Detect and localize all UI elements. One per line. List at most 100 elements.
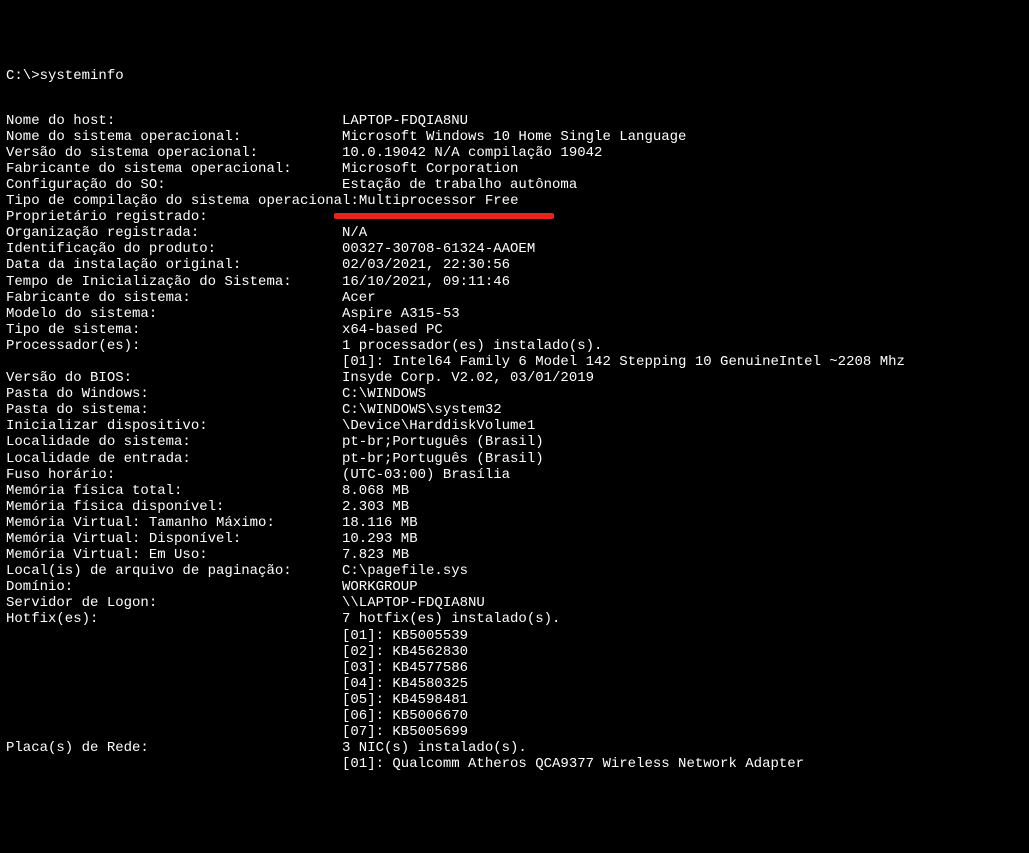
- output-value: 2.303 MB: [342, 499, 409, 515]
- output-label: Memória física disponível:: [6, 499, 342, 515]
- output-row: Tipo de compilação do sistema operaciona…: [6, 193, 1023, 209]
- output-label: Inicializar dispositivo:: [6, 418, 342, 434]
- output-row: Placa(s) de Rede:3 NIC(s) instalado(s).: [6, 740, 1023, 756]
- output-label: Local(is) de arquivo de paginação:: [6, 563, 342, 579]
- output-row: Localidade do sistema:pt-br;Português (B…: [6, 434, 1023, 450]
- output-label: Localidade de entrada:: [6, 451, 342, 467]
- output-label: Nome do sistema operacional:: [6, 129, 342, 145]
- output-value: x64-based PC: [342, 322, 443, 338]
- output-value: C:\pagefile.sys: [342, 563, 468, 579]
- output-value: pt-br;Português (Brasil): [342, 451, 544, 467]
- output-value: Acer: [342, 290, 376, 306]
- redaction-mark: [334, 213, 554, 219]
- output-value: pt-br;Português (Brasil): [342, 434, 544, 450]
- output-row: Memória física total:8.068 MB: [6, 483, 1023, 499]
- output-label: Hotfix(es):: [6, 611, 342, 627]
- output-label: Identificação do produto:: [6, 241, 342, 257]
- output-value: Aspire A315-53: [342, 306, 460, 322]
- output-label: Memória Virtual: Disponível:: [6, 531, 342, 547]
- output-label: Versão do sistema operacional:: [6, 145, 342, 161]
- output-row: [01]: Qualcomm Atheros QCA9377 Wireless …: [6, 756, 1023, 772]
- output-row: Organização registrada:N/A: [6, 225, 1023, 241]
- output-value: [05]: KB4598481: [342, 692, 468, 708]
- output-label: Data da instalação original:: [6, 257, 342, 273]
- output-value: 1 processador(es) instalado(s).: [342, 338, 602, 354]
- output-value: [02]: KB4562830: [342, 644, 468, 660]
- output-row: [04]: KB4580325: [6, 676, 1023, 692]
- output-row: Pasta do sistema:C:\WINDOWS\system32: [6, 402, 1023, 418]
- output-value: N/A: [342, 225, 367, 241]
- output-row: Modelo do sistema:Aspire A315-53: [6, 306, 1023, 322]
- output-label: Configuração do SO:: [6, 177, 342, 193]
- output-value: [03]: KB4577586: [342, 660, 468, 676]
- output-value: 3 NIC(s) instalado(s).: [342, 740, 527, 756]
- output-value: \\LAPTOP-FDQIA8NU: [342, 595, 485, 611]
- output-value: \Device\HarddiskVolume1: [342, 418, 535, 434]
- output-row: Memória física disponível:2.303 MB: [6, 499, 1023, 515]
- output-value: Estação de trabalho autônoma: [342, 177, 577, 193]
- output-row: [01]: KB5005539: [6, 628, 1023, 644]
- output-value: Insyde Corp. V2.02, 03/01/2019: [342, 370, 594, 386]
- output-row: Localidade de entrada:pt-br;Português (B…: [6, 451, 1023, 467]
- output-value: 10.0.19042 N/A compilação 19042: [342, 145, 602, 161]
- output-row: Versão do BIOS:Insyde Corp. V2.02, 03/01…: [6, 370, 1023, 386]
- output-row: Servidor de Logon:\\LAPTOP-FDQIA8NU: [6, 595, 1023, 611]
- output-label: Localidade do sistema:: [6, 434, 342, 450]
- output-label: Placa(s) de Rede:: [6, 740, 342, 756]
- output-row: Memória Virtual: Tamanho Máximo:18.116 M…: [6, 515, 1023, 531]
- output-row: Memória Virtual: Em Uso:7.823 MB: [6, 547, 1023, 563]
- output-row: Identificação do produto:00327-30708-613…: [6, 241, 1023, 257]
- output-value: C:\WINDOWS\system32: [342, 402, 502, 418]
- output-label: Proprietário registrado:: [6, 209, 342, 225]
- output-label: Fabricante do sistema:: [6, 290, 342, 306]
- output-value: 16/10/2021, 09:11:46: [342, 274, 510, 290]
- output-label: Fabricante do sistema operacional:: [6, 161, 342, 177]
- output-row: Tipo de sistema:x64-based PC: [6, 322, 1023, 338]
- output-value: 02/03/2021, 22:30:56: [342, 257, 510, 273]
- output-label: Nome do host:: [6, 113, 342, 129]
- output-row: Local(is) de arquivo de paginação:C:\pag…: [6, 563, 1023, 579]
- output-row: Fuso horário:(UTC-03:00) Brasília: [6, 467, 1023, 483]
- output-value: 7.823 MB: [342, 547, 409, 563]
- output-row: Fabricante do sistema:Acer: [6, 290, 1023, 306]
- output-value: LAPTOP-FDQIA8NU: [342, 113, 468, 129]
- output-label: Tempo de Inicialização do Sistema:: [6, 274, 342, 290]
- output-row: [02]: KB4562830: [6, 644, 1023, 660]
- output-label: Memória física total:: [6, 483, 342, 499]
- output-label: Pasta do Windows:: [6, 386, 342, 402]
- output-label: Memória Virtual: Tamanho Máximo:: [6, 515, 342, 531]
- output-value: [01]: Intel64 Family 6 Model 142 Steppin…: [342, 354, 905, 370]
- output-value: 00327-30708-61324-AAOEM: [342, 241, 535, 257]
- output-row: Fabricante do sistema operacional:Micros…: [6, 161, 1023, 177]
- output-row: Processador(es):1 processador(es) instal…: [6, 338, 1023, 354]
- output-label: Modelo do sistema:: [6, 306, 342, 322]
- output-value: WORKGROUP: [342, 579, 418, 595]
- output-value: (UTC-03:00) Brasília: [342, 467, 510, 483]
- output-value: C:\WINDOWS: [342, 386, 426, 402]
- output-value: [01]: Qualcomm Atheros QCA9377 Wireless …: [342, 756, 804, 772]
- output-row: Versão do sistema operacional:10.0.19042…: [6, 145, 1023, 161]
- output-label: Organização registrada:: [6, 225, 342, 241]
- output-label: Versão do BIOS:: [6, 370, 342, 386]
- output-row: Data da instalação original:02/03/2021, …: [6, 257, 1023, 273]
- output-label: Pasta do sistema:: [6, 402, 342, 418]
- output-row: [07]: KB5005699: [6, 724, 1023, 740]
- systeminfo-output: Nome do host:LAPTOP-FDQIA8NUNome do sist…: [6, 113, 1023, 773]
- output-value: [07]: KB5005699: [342, 724, 468, 740]
- output-label: Fuso horário:: [6, 467, 342, 483]
- output-label: Tipo de compilação do sistema operaciona…: [6, 193, 359, 209]
- output-value: [06]: KB5006670: [342, 708, 468, 724]
- output-row: [03]: KB4577586: [6, 660, 1023, 676]
- output-row: Tempo de Inicialização do Sistema:16/10/…: [6, 274, 1023, 290]
- output-value: 8.068 MB: [342, 483, 409, 499]
- output-row: Nome do sistema operacional:Microsoft Wi…: [6, 129, 1023, 145]
- output-row: Memória Virtual: Disponível:10.293 MB: [6, 531, 1023, 547]
- output-row: Proprietário registrado:: [6, 209, 1023, 225]
- output-row: Hotfix(es):7 hotfix(es) instalado(s).: [6, 611, 1023, 627]
- output-value: 18.116 MB: [342, 515, 418, 531]
- output-value: [01]: KB5005539: [342, 628, 468, 644]
- output-value: 10.293 MB: [342, 531, 418, 547]
- output-value: [04]: KB4580325: [342, 676, 468, 692]
- output-row: Pasta do Windows:C:\WINDOWS: [6, 386, 1023, 402]
- output-row: Inicializar dispositivo:\Device\Harddisk…: [6, 418, 1023, 434]
